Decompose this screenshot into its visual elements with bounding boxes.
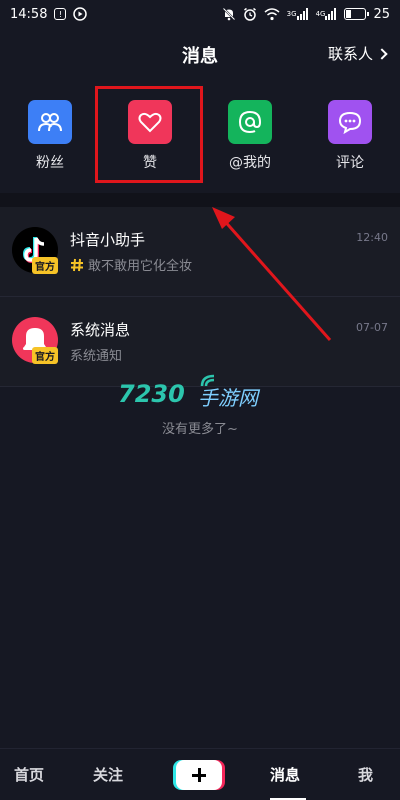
plus-icon-vertical <box>197 768 201 782</box>
tab-me[interactable]: 我 <box>358 764 373 785</box>
tab-home[interactable]: 首页 <box>14 764 44 785</box>
tab-follow[interactable]: 关注 <box>93 764 123 785</box>
tab-bar: 首页 关注 消息 我 <box>0 748 400 800</box>
annotation-arrow-icon <box>212 207 332 341</box>
create-button[interactable] <box>176 760 222 790</box>
tab-messages[interactable]: 消息 <box>270 764 300 785</box>
